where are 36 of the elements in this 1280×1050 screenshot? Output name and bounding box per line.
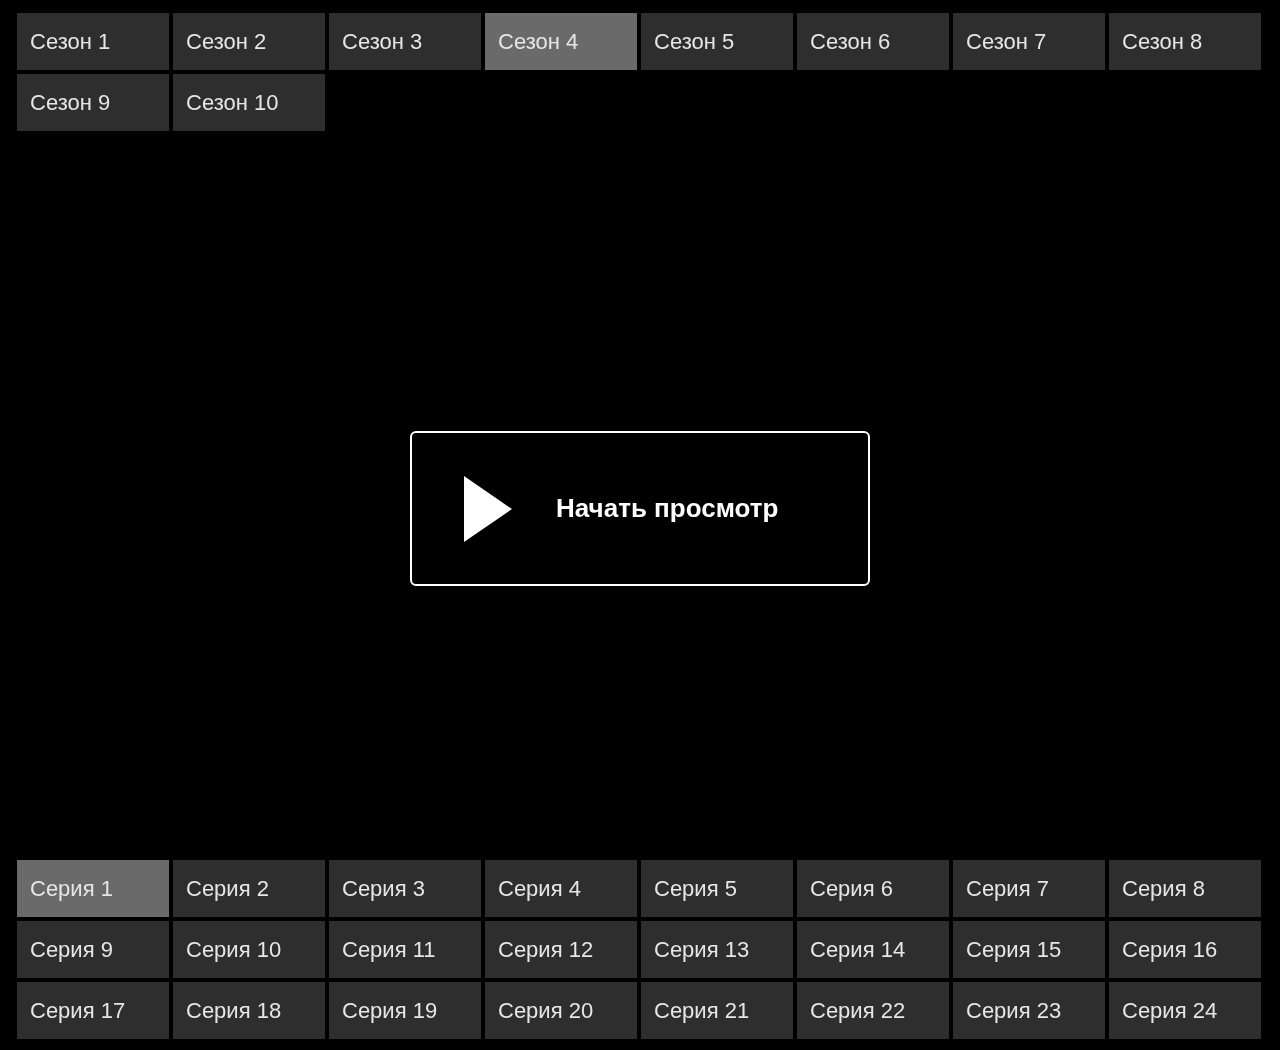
season-tab[interactable]: Сезон 10 — [173, 74, 325, 131]
episode-tab[interactable]: Серия 3 — [329, 860, 481, 917]
episode-tab[interactable]: Серия 6 — [797, 860, 949, 917]
season-tab[interactable]: Сезон 5 — [641, 13, 793, 70]
episode-tab[interactable]: Серия 2 — [173, 860, 325, 917]
episode-tab[interactable]: Серия 11 — [329, 921, 481, 978]
episode-tab[interactable]: Серия 17 — [17, 982, 169, 1039]
episode-tab[interactable]: Серия 7 — [953, 860, 1105, 917]
episode-tab[interactable]: Серия 23 — [953, 982, 1105, 1039]
episode-tab[interactable]: Серия 20 — [485, 982, 637, 1039]
episode-tab[interactable]: Серия 12 — [485, 921, 637, 978]
episode-tab[interactable]: Серия 18 — [173, 982, 325, 1039]
season-tab[interactable]: Сезон 1 — [17, 13, 169, 70]
episode-tab[interactable]: Серия 14 — [797, 921, 949, 978]
season-tab[interactable]: Сезон 4 — [485, 13, 637, 70]
episode-tab[interactable]: Серия 1 — [17, 860, 169, 917]
season-tab[interactable]: Сезон 7 — [953, 13, 1105, 70]
play-button[interactable]: Начать просмотр — [410, 431, 870, 586]
episode-tab[interactable]: Серия 8 — [1109, 860, 1261, 917]
season-tab[interactable]: Сезон 9 — [17, 74, 169, 131]
episode-tab[interactable]: Серия 21 — [641, 982, 793, 1039]
episode-tab[interactable]: Серия 4 — [485, 860, 637, 917]
episode-tab[interactable]: Серия 15 — [953, 921, 1105, 978]
episode-tab[interactable]: Серия 16 — [1109, 921, 1261, 978]
episode-tab[interactable]: Серия 13 — [641, 921, 793, 978]
episode-tab[interactable]: Серия 22 — [797, 982, 949, 1039]
episode-tab[interactable]: Серия 9 — [17, 921, 169, 978]
season-tab[interactable]: Сезон 8 — [1109, 13, 1261, 70]
episode-tab[interactable]: Серия 5 — [641, 860, 793, 917]
season-tab[interactable]: Сезон 6 — [797, 13, 949, 70]
episode-tab[interactable]: Серия 19 — [329, 982, 481, 1039]
season-tab[interactable]: Сезон 3 — [329, 13, 481, 70]
episode-tab[interactable]: Серия 10 — [173, 921, 325, 978]
play-icon — [464, 475, 512, 542]
season-tab[interactable]: Сезон 2 — [173, 13, 325, 70]
episode-tab[interactable]: Серия 24 — [1109, 982, 1261, 1039]
